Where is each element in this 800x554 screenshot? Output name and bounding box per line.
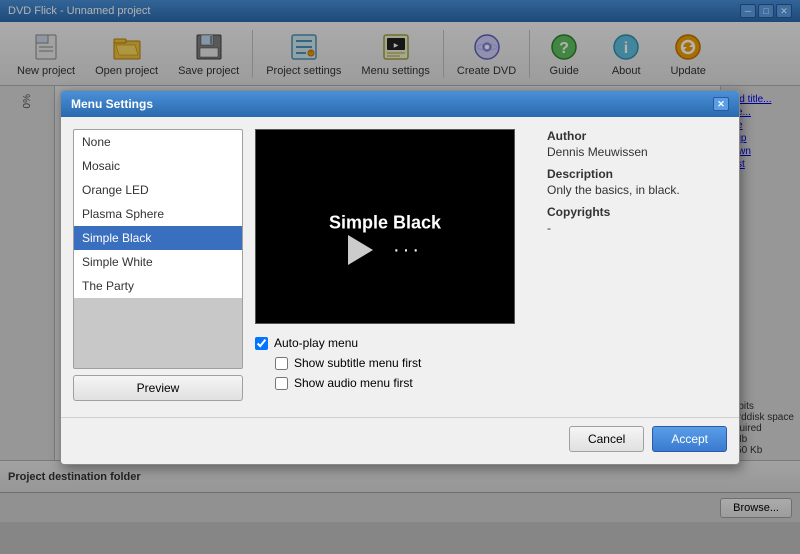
menu-item-none[interactable]: None (74, 130, 242, 154)
modal-close-button[interactable]: ✕ (713, 97, 729, 111)
auto-play-label: Auto-play menu (274, 336, 358, 350)
video-preview: Simple Black ··· (255, 129, 515, 324)
menu-list-section: None Mosaic Orange LED Plasma Sphere Sim… (73, 129, 243, 401)
video-controls: ··· (348, 235, 422, 265)
copyrights-value: - (547, 221, 727, 235)
modal-title: Menu Settings (71, 97, 153, 111)
author-label: Author (547, 129, 727, 143)
menu-item-mosaic[interactable]: Mosaic (74, 154, 242, 178)
info-panel: Author Dennis Meuwissen Description Only… (547, 129, 727, 401)
video-preview-title: Simple Black (329, 212, 441, 233)
modal-title-bar: Menu Settings ✕ (61, 91, 739, 117)
show-audio-row: Show audio menu first (275, 376, 535, 390)
preview-area: Simple Black ··· Auto-play menu Show sub… (255, 129, 535, 401)
show-audio-label: Show audio menu first (294, 376, 413, 390)
dots-icon: ··· (393, 239, 422, 262)
menu-list-empty-space (74, 298, 242, 368)
description-value: Only the basics, in black. (547, 183, 727, 197)
cancel-button[interactable]: Cancel (569, 426, 644, 452)
auto-play-checkbox[interactable] (255, 337, 268, 350)
author-value: Dennis Meuwissen (547, 145, 727, 159)
modal-content: None Mosaic Orange LED Plasma Sphere Sim… (61, 117, 739, 413)
menu-list: None Mosaic Orange LED Plasma Sphere Sim… (73, 129, 243, 369)
show-audio-checkbox[interactable] (275, 377, 288, 390)
menu-item-the-party[interactable]: The Party (74, 274, 242, 298)
show-subtitle-row: Show subtitle menu first (275, 356, 535, 370)
modal-overlay: Menu Settings ✕ None Mosaic Orange LED P… (0, 0, 800, 554)
description-label: Description (547, 167, 727, 181)
menu-settings-dialog: Menu Settings ✕ None Mosaic Orange LED P… (60, 90, 740, 465)
auto-play-row: Auto-play menu (255, 336, 535, 350)
show-subtitle-label: Show subtitle menu first (294, 356, 421, 370)
play-icon (348, 235, 373, 265)
accept-button[interactable]: Accept (652, 426, 727, 452)
copyrights-label: Copyrights (547, 205, 727, 219)
show-subtitle-checkbox[interactable] (275, 357, 288, 370)
modal-buttons: Cancel Accept (61, 417, 739, 464)
menu-item-orange-led[interactable]: Orange LED (74, 178, 242, 202)
menu-item-simple-black[interactable]: Simple Black (74, 226, 242, 250)
menu-item-plasma-sphere[interactable]: Plasma Sphere (74, 202, 242, 226)
checkboxes-area: Auto-play menu Show subtitle menu first … (255, 336, 535, 390)
preview-button[interactable]: Preview (73, 375, 243, 401)
menu-item-simple-white[interactable]: Simple White (74, 250, 242, 274)
preview-button-container: Preview (73, 375, 243, 401)
